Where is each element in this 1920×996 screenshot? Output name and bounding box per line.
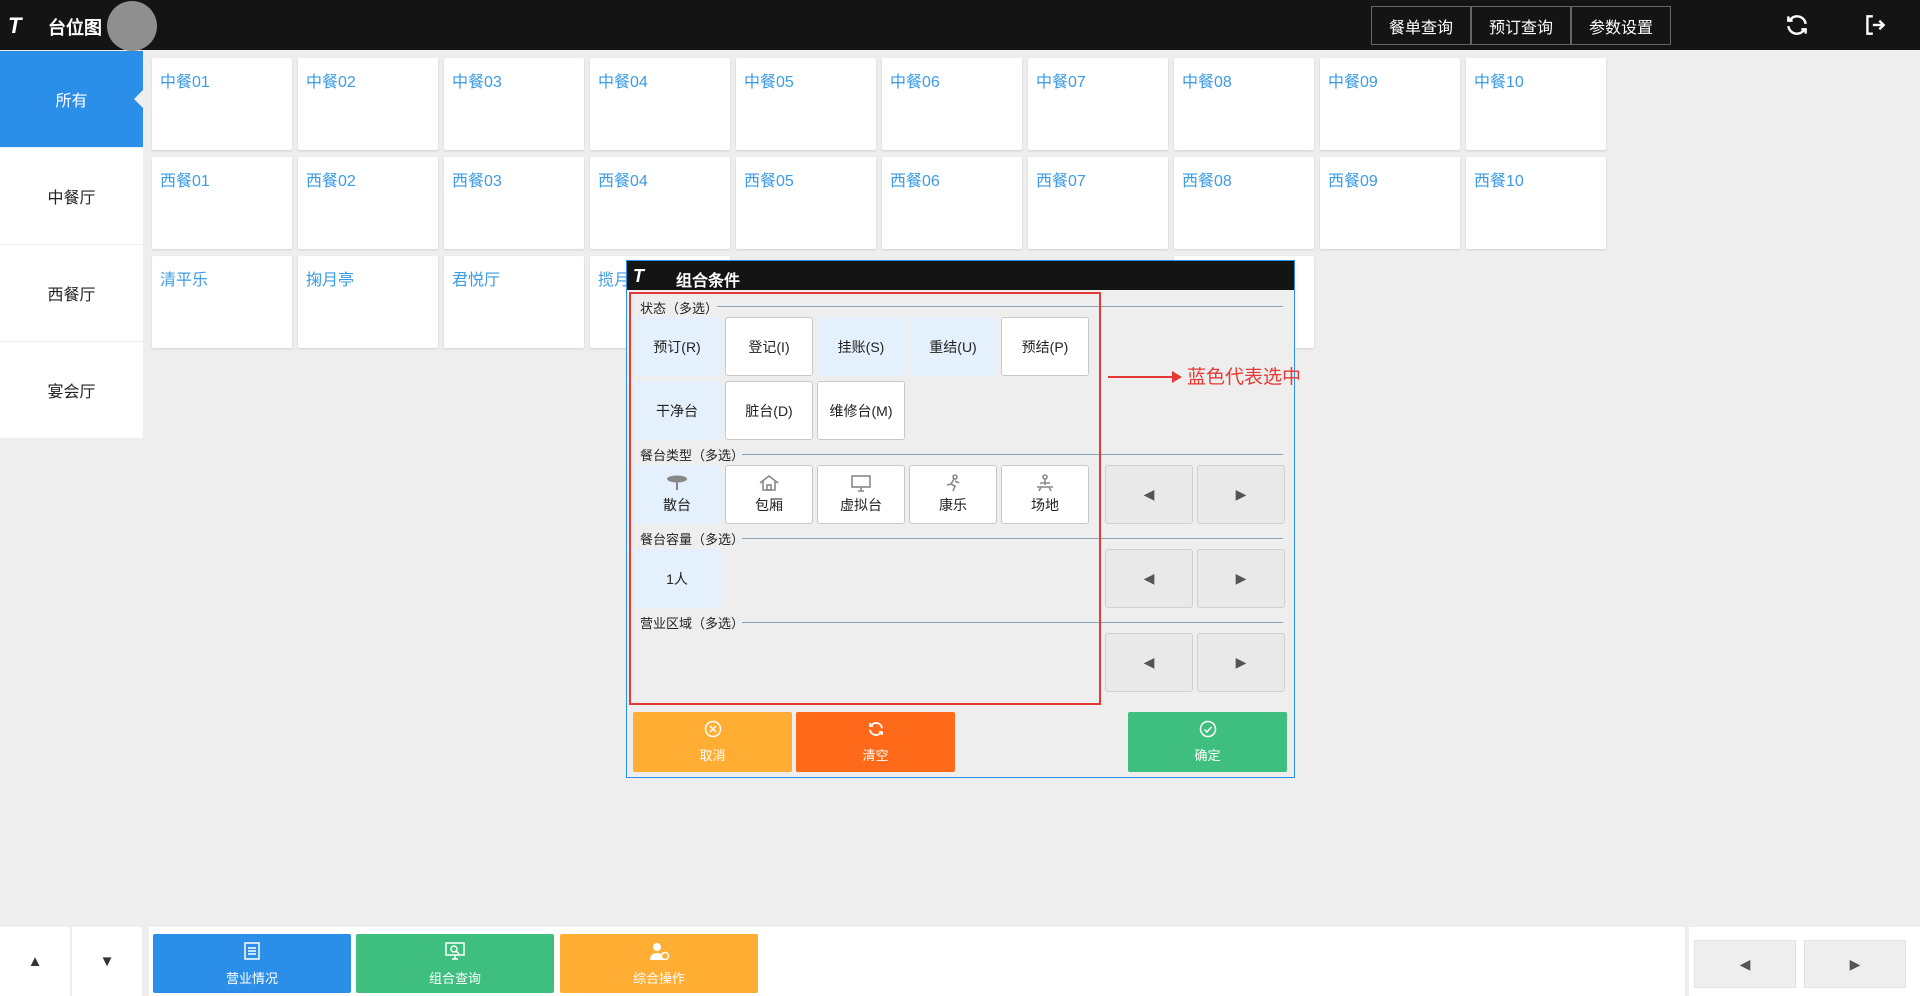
table-tile[interactable]: 中餐04	[590, 58, 730, 150]
table-tile[interactable]: 西餐05	[736, 157, 876, 249]
table-name: 中餐06	[890, 74, 940, 91]
table-tile[interactable]: 西餐04	[590, 157, 730, 249]
combined-query-button[interactable]: 组合查询	[356, 934, 554, 993]
table-tile[interactable]: 中餐08	[1174, 58, 1314, 150]
table-tile[interactable]: 中餐05	[736, 58, 876, 150]
sidebar-item-western-restaurant[interactable]: 西餐厅	[0, 245, 143, 341]
cancel-label: 取消	[699, 748, 726, 763]
table-tile[interactable]: 中餐09	[1320, 58, 1460, 150]
scroll-down-button[interactable]: ▼	[72, 927, 142, 996]
table-name: 中餐03	[452, 74, 502, 91]
annotation-highlight-box	[629, 292, 1101, 705]
table-name: 中餐09	[1328, 74, 1378, 91]
table-name: 中餐04	[598, 74, 648, 91]
table-name: 中餐02	[306, 74, 356, 91]
table-name: 清平乐	[160, 272, 209, 289]
table-tile[interactable]: 中餐02	[298, 58, 438, 150]
table-tile[interactable]: 西餐01	[152, 157, 292, 249]
table-name: 中餐10	[1474, 74, 1524, 91]
table-name: 中餐05	[744, 74, 794, 91]
table-name: 中餐07	[1036, 74, 1086, 91]
area-prev-button[interactable]: ◀	[1105, 633, 1193, 692]
cancel-icon	[704, 720, 722, 743]
general-operation-label: 综合操作	[632, 970, 685, 986]
table-name: 西餐02	[306, 173, 356, 190]
scroll-up-button[interactable]: ▲	[0, 927, 70, 996]
refresh-icon	[867, 720, 885, 743]
area-next-button[interactable]: ▶	[1197, 633, 1285, 692]
app-logo: T	[8, 13, 22, 38]
table-tile[interactable]: 西餐09	[1320, 157, 1460, 249]
table-name: 西餐01	[160, 173, 210, 190]
table-tile[interactable]: 君悦厅	[444, 256, 584, 348]
general-operation-button[interactable]: 综合操作	[560, 934, 758, 993]
table-name: 西餐07	[1036, 173, 1086, 190]
monitor-search-icon	[444, 941, 466, 966]
table-tile[interactable]: 西餐02	[298, 157, 438, 249]
clear-button[interactable]: 清空	[796, 712, 955, 772]
sidebar-item-chinese-restaurant[interactable]: 中餐厅	[0, 148, 143, 244]
combined-conditions-dialog: T 组合条件 状态（多选） 预订(R) 登记(I) 挂账(S) 重结(U) 预结…	[626, 260, 1295, 778]
reservation-query-button[interactable]: 预订查询	[1471, 6, 1571, 45]
table-tile[interactable]: 西餐07	[1028, 157, 1168, 249]
table-type-prev-button[interactable]: ◀	[1105, 465, 1193, 524]
table-name: 西餐03	[452, 173, 502, 190]
table-tile[interactable]: 中餐10	[1466, 58, 1606, 150]
table-name: 掬月亭	[306, 272, 355, 289]
table-tile[interactable]: 西餐08	[1174, 157, 1314, 249]
capacity-next-button[interactable]: ▶	[1197, 549, 1285, 608]
table-tile[interactable]: 中餐06	[882, 58, 1022, 150]
table-tile[interactable]: 西餐10	[1466, 157, 1606, 249]
confirm-button[interactable]: 确定	[1128, 712, 1287, 772]
annotation-arrow	[1108, 371, 1182, 383]
dialog-title: 组合条件	[676, 273, 741, 290]
page-next-button[interactable]: ▶	[1804, 940, 1906, 988]
table-tile[interactable]: 西餐06	[882, 157, 1022, 249]
page-prev-button[interactable]: ◀	[1694, 940, 1796, 988]
business-status-button[interactable]: 营业情况	[153, 934, 351, 993]
dialog-header: T 组合条件	[627, 261, 1294, 290]
table-name: 西餐04	[598, 173, 648, 190]
user-settings-icon	[648, 941, 670, 966]
sidebar-item-banquet-hall[interactable]: 宴会厅	[0, 342, 143, 438]
business-status-label: 营业情况	[225, 970, 278, 986]
table-name: 西餐08	[1182, 173, 1232, 190]
clear-label: 清空	[862, 748, 889, 763]
refresh-icon[interactable]	[1782, 10, 1812, 40]
confirm-label: 确定	[1194, 748, 1221, 763]
table-name: 中餐08	[1182, 74, 1232, 91]
table-name: 西餐05	[744, 173, 794, 190]
table-tile[interactable]: 西餐03	[444, 157, 584, 249]
table-tile[interactable]: 清平乐	[152, 256, 292, 348]
logout-icon[interactable]	[1860, 10, 1890, 40]
page-title: 台位图	[48, 18, 102, 38]
combined-query-label: 组合查询	[428, 970, 481, 986]
capacity-prev-button[interactable]: ◀	[1105, 549, 1193, 608]
dialog-logo: T	[633, 266, 644, 286]
settings-button[interactable]: 参数设置	[1571, 6, 1671, 45]
table-name: 西餐09	[1328, 173, 1378, 190]
table-name: 君悦厅	[452, 272, 501, 289]
check-circle-icon	[1199, 720, 1217, 743]
annotation-text: 蓝色代表选中	[1187, 367, 1302, 388]
table-tile[interactable]: 中餐01	[152, 58, 292, 150]
avatar[interactable]	[107, 1, 157, 51]
table-name: 西餐10	[1474, 173, 1524, 190]
table-tile[interactable]: 中餐07	[1028, 58, 1168, 150]
menu-query-button[interactable]: 餐单查询	[1371, 6, 1471, 45]
table-tile[interactable]: 中餐03	[444, 58, 584, 150]
table-tile[interactable]: 掬月亭	[298, 256, 438, 348]
table-name: 中餐01	[160, 74, 210, 91]
table-type-next-button[interactable]: ▶	[1197, 465, 1285, 524]
document-icon	[242, 941, 262, 966]
cancel-button[interactable]: 取消	[633, 712, 792, 772]
sidebar-item-all[interactable]: 所有	[0, 51, 144, 147]
table-name: 西餐06	[890, 173, 940, 190]
top-bar: T 台位图 餐单查询 预订查询 参数设置	[0, 0, 1920, 51]
